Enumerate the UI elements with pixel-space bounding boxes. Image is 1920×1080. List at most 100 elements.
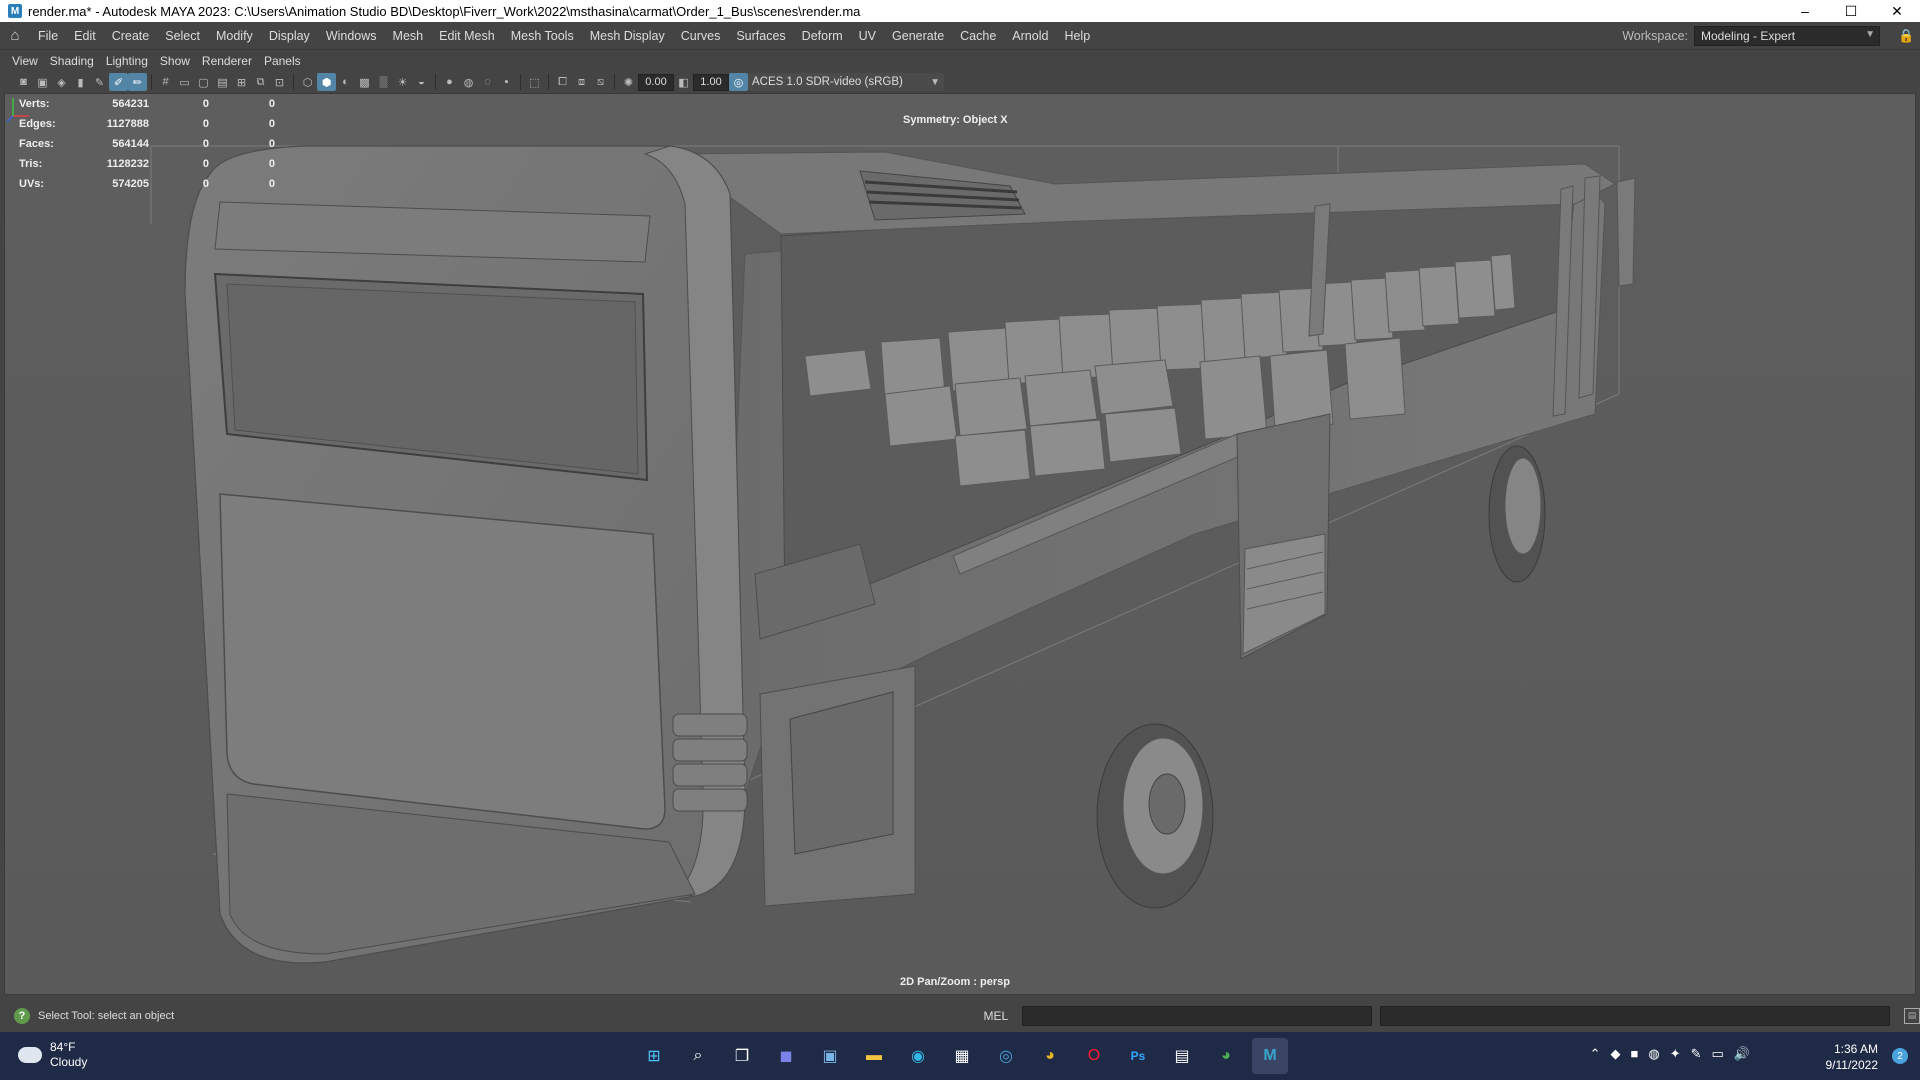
xray-icon[interactable]: ▒ — [374, 73, 393, 91]
maximize-button[interactable]: ☐ — [1828, 0, 1874, 22]
gate-mask-icon[interactable]: ▤ — [213, 73, 232, 91]
lights-icon[interactable]: ☀ — [393, 73, 412, 91]
command-line-input[interactable] — [1022, 1005, 1373, 1026]
dell-icon[interactable]: ◎ — [988, 1038, 1024, 1074]
weather-temperature: 84°F — [50, 1040, 76, 1054]
exposure-icon[interactable]: ✺ — [619, 73, 638, 91]
close-button[interactable]: ✕ — [1874, 0, 1920, 22]
notification-badge[interactable]: 2 — [1892, 1048, 1908, 1064]
bookmark-icon[interactable]: ◈ — [52, 73, 71, 91]
gamma-field[interactable]: 1.00 — [693, 73, 729, 91]
home-icon[interactable]: ⌂ — [0, 27, 30, 44]
anti-aliasing-icon[interactable]: ◌ — [478, 73, 497, 91]
film-gate-icon[interactable]: ▭ — [175, 73, 194, 91]
view-transform-dropdown[interactable]: ACES 1.0 SDR-video (sRGB) ▼ — [748, 73, 944, 91]
grease-pencil-icon[interactable]: ✐ — [109, 73, 128, 91]
motion-blur-icon[interactable]: ◍ — [459, 73, 478, 91]
menu-uv[interactable]: UV — [851, 29, 884, 43]
menu-edit-mesh[interactable]: Edit Mesh — [431, 29, 503, 43]
wireframe-on-shaded-icon[interactable]: ◐ — [336, 73, 355, 91]
pencil-icon[interactable]: ✏ — [128, 73, 147, 91]
field-chart-icon[interactable]: ⊞ — [232, 73, 251, 91]
color-management-icon[interactable]: ◎ — [729, 73, 748, 91]
chrome-icon[interactable]: ◕ — [1032, 1038, 1068, 1074]
exposure-field[interactable]: 0.00 — [638, 73, 674, 91]
lock-icon[interactable]: 🔒 — [1898, 28, 1914, 44]
panel-menu-lighting[interactable]: Lighting — [100, 54, 154, 68]
taskbar-clock[interactable]: 1:36 AM 9/11/2022 — [1826, 1041, 1879, 1073]
display-icon[interactable]: ▭ — [1712, 1046, 1724, 1062]
photoshop-icon[interactable]: Ps — [1120, 1038, 1156, 1074]
panel-menu-show[interactable]: Show — [154, 54, 196, 68]
workspace-dropdown[interactable]: Modeling - Expert ▼ — [1694, 26, 1880, 46]
image-plane-icon[interactable]: ▮ — [71, 73, 90, 91]
weather-widget[interactable]: 84°F Cloudy — [18, 1040, 87, 1070]
safe-action-icon[interactable]: ⧉ — [251, 73, 270, 91]
store-icon[interactable]: ▦ — [944, 1038, 980, 1074]
teams-chat-icon[interactable]: ◼ — [768, 1038, 804, 1074]
panel-menu-renderer[interactable]: Renderer — [196, 54, 258, 68]
menu-arnold[interactable]: Arnold — [1004, 29, 1056, 43]
wireframe-icon[interactable]: ⬡ — [298, 73, 317, 91]
panel-menu-shading[interactable]: Shading — [44, 54, 100, 68]
xray-active-icon[interactable]: ⧈ — [572, 73, 591, 91]
mel-language-toggle[interactable]: MEL — [967, 1009, 1022, 1023]
menu-surfaces[interactable]: Surfaces — [728, 29, 793, 43]
calculator-icon[interactable]: ▤ — [1164, 1038, 1200, 1074]
menu-create[interactable]: Create — [104, 29, 158, 43]
shadows-icon[interactable]: ◒ — [412, 73, 431, 91]
backface-culling-icon[interactable]: ⧅ — [591, 73, 610, 91]
xray-joints-icon[interactable]: ⧠ — [553, 73, 572, 91]
dropbox-icon[interactable]: ✦ — [1670, 1046, 1681, 1062]
camera-attributes-icon[interactable]: ▣ — [33, 73, 52, 91]
panel-menu-view[interactable]: View — [6, 54, 44, 68]
minimize-button[interactable]: – — [1782, 0, 1828, 22]
menu-modify[interactable]: Modify — [208, 29, 261, 43]
gamma-icon[interactable]: ◧ — [674, 73, 693, 91]
ambient-occlusion-icon[interactable]: ● — [440, 73, 459, 91]
perspective-viewport[interactable]: Verts: 564231 0 0 Edges: 1127888 0 0 Fac… — [4, 93, 1916, 995]
tray-app-icon[interactable]: ◆ — [1611, 1046, 1621, 1062]
panel-menu-panels[interactable]: Panels — [258, 54, 307, 68]
menu-mesh-display[interactable]: Mesh Display — [582, 29, 673, 43]
photos-icon[interactable]: ▣ — [812, 1038, 848, 1074]
menu-windows[interactable]: Windows — [318, 29, 385, 43]
menu-deform[interactable]: Deform — [794, 29, 851, 43]
grid-icon[interactable]: # — [156, 73, 175, 91]
smooth-shade-icon[interactable]: ⬢ — [317, 73, 336, 91]
panel-menubar: View Shading Lighting Show Renderer Pane… — [0, 51, 1920, 71]
menu-edit[interactable]: Edit — [66, 29, 104, 43]
pen-icon[interactable]: ✎ — [1691, 1046, 1702, 1062]
task-view-icon[interactable]: ❐ — [724, 1038, 760, 1074]
opera-icon[interactable]: O — [1076, 1038, 1112, 1074]
isolate-select-icon[interactable]: ⬚ — [525, 73, 544, 91]
toolbar-divider — [520, 74, 521, 90]
menu-mesh[interactable]: Mesh — [385, 29, 432, 43]
menu-generate[interactable]: Generate — [884, 29, 952, 43]
edge-icon[interactable]: ◉ — [900, 1038, 936, 1074]
windows-start-icon[interactable]: ⊞ — [636, 1038, 672, 1074]
resolution-gate-icon[interactable]: ▢ — [194, 73, 213, 91]
textured-icon[interactable]: ▩ — [355, 73, 374, 91]
tray-app-icon[interactable]: ◍ — [1648, 1046, 1659, 1062]
clock-time: 1:36 AM — [1833, 1042, 1878, 1056]
search-icon[interactable]: ⌕ — [680, 1038, 716, 1074]
menu-mesh-tools[interactable]: Mesh Tools — [503, 29, 582, 43]
menu-curves[interactable]: Curves — [673, 29, 729, 43]
tray-app-icon[interactable]: ■ — [1631, 1046, 1639, 1062]
show-hidden-icons-icon[interactable]: ⌃ — [1590, 1046, 1601, 1062]
menu-display[interactable]: Display — [261, 29, 318, 43]
depth-of-field-icon[interactable]: ▪ — [497, 73, 516, 91]
volume-icon[interactable]: 🔊 — [1734, 1046, 1750, 1062]
camera-icon[interactable]: ◙ — [14, 73, 33, 91]
menu-cache[interactable]: Cache — [952, 29, 1004, 43]
menu-select[interactable]: Select — [157, 29, 208, 43]
menu-help[interactable]: Help — [1056, 29, 1098, 43]
chrome-profile-icon[interactable]: ◕ — [1208, 1038, 1244, 1074]
two-d-pan-zoom-icon[interactable]: ✎ — [90, 73, 109, 91]
maya-icon[interactable]: M — [1252, 1038, 1288, 1074]
safe-title-icon[interactable]: ⊡ — [270, 73, 289, 91]
file-explorer-icon[interactable]: ▬ — [856, 1038, 892, 1074]
menu-file[interactable]: File — [30, 29, 66, 43]
script-editor-icon[interactable]: ▤ — [1904, 1007, 1920, 1024]
